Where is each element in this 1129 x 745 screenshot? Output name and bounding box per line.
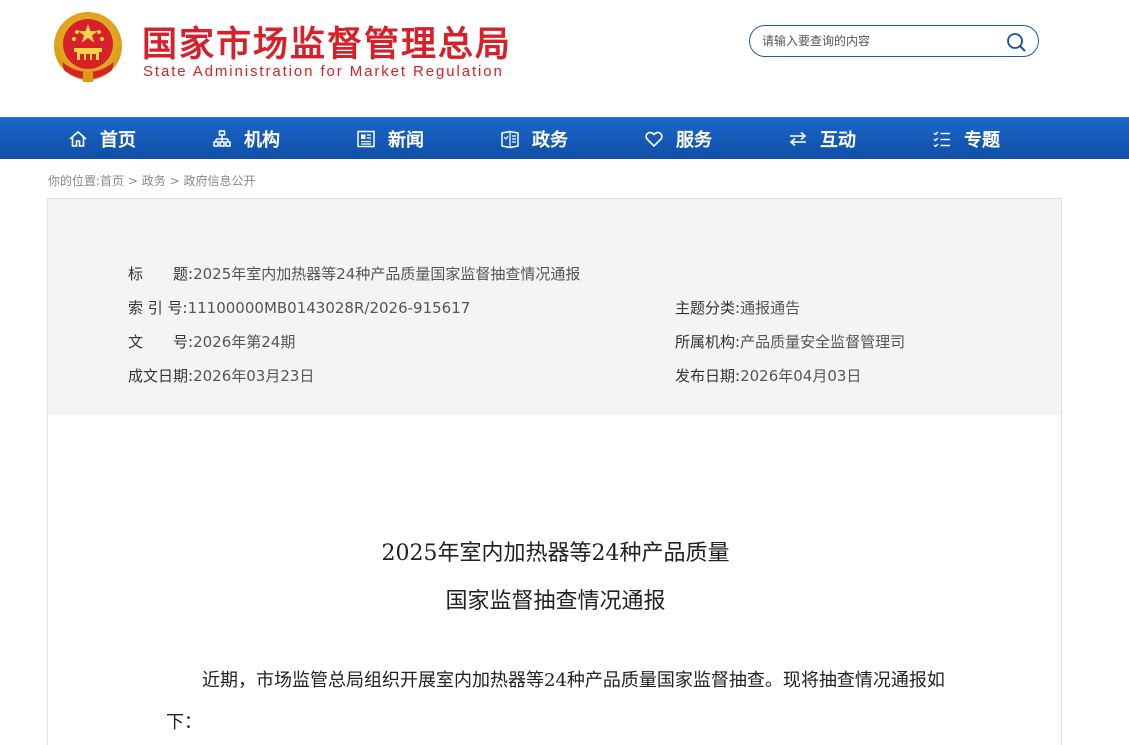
topic-list-icon — [933, 131, 950, 147]
info-published-date-label: 发布日期: — [675, 367, 741, 385]
site-header: 国家市场监督管理总局 State Administration for Mark… — [0, 0, 1129, 117]
breadcrumb-link-info-disclosure[interactable]: 政府信息公开 — [183, 174, 255, 188]
info-title-value: 2025年室内加热器等24种产品质量国家监督抽查情况通报 — [193, 265, 581, 283]
info-published-date-value: 2026年04月03日 — [740, 367, 862, 385]
info-org-label: 所属机构: — [675, 333, 741, 351]
info-index-row: 索 引 号:11100000MB0143028R/2026-915617 — [128, 297, 470, 318]
nav-label: 首页 — [100, 129, 136, 151]
heart-icon — [645, 131, 663, 147]
nav-item-home[interactable]: 首页 — [68, 118, 136, 159]
site-title-english[interactable]: State Administration for Market Regulati… — [143, 63, 504, 80]
nav-label: 专题 — [964, 129, 1000, 151]
national-emblem-icon[interactable] — [52, 10, 124, 86]
info-docno-row: 文 号:2026年第24期 — [128, 331, 295, 352]
nav-item-organization[interactable]: 机构 — [212, 118, 280, 159]
search-icon[interactable] — [1006, 32, 1026, 52]
info-published-date-row: 发布日期:2026年04月03日 — [675, 365, 861, 386]
nav-label: 服务 — [676, 129, 712, 151]
nav-label: 机构 — [244, 129, 280, 151]
search-box — [749, 25, 1039, 57]
breadcrumb-link-home[interactable]: 首页 — [100, 174, 124, 188]
nav-item-interaction[interactable]: 互动 — [788, 118, 856, 159]
document-title-line-1: 2025年室内加热器等24种产品质量 — [381, 541, 730, 566]
nav-label: 政务 — [532, 129, 568, 151]
breadcrumb-separator: > — [124, 174, 142, 188]
newspaper-icon — [357, 130, 375, 147]
document-title-line-2: 国家监督抽查情况通报 — [445, 589, 666, 614]
info-index-value: 11100000MB0143028R/2026-915617 — [187, 299, 471, 317]
info-written-date-label: 成文日期: — [128, 367, 194, 385]
info-topic-value: 通报通告 — [740, 299, 801, 317]
nav-item-topics[interactable]: 专题 — [932, 118, 1000, 159]
info-written-date-value: 2026年03月23日 — [193, 367, 315, 385]
main-nav: 首页 机构 新闻 政务 服务 互动 专题 — [0, 117, 1129, 159]
info-title-label: 标 题: — [128, 265, 194, 283]
document-info-panel: 标 题:2025年室内加热器等24种产品质量国家监督抽查情况通报 索 引 号:1… — [47, 198, 1062, 416]
info-written-date-row: 成文日期:2026年03月23日 — [128, 365, 314, 386]
info-docno-value: 2026年第24期 — [193, 333, 296, 351]
info-org-row: 所属机构:产品质量安全监督管理司 — [675, 331, 905, 352]
info-index-label: 索 引 号: — [128, 299, 188, 317]
document-content: 2025年室内加热器等24种产品质量 国家监督抽查情况通报 近期，市场监管总局组… — [47, 415, 1062, 745]
search-input[interactable] — [762, 31, 992, 51]
info-org-value: 产品质量安全监督管理司 — [740, 333, 906, 351]
info-topic-row: 主题分类:通报通告 — [675, 297, 800, 318]
info-topic-label: 主题分类: — [675, 299, 741, 317]
nav-item-news[interactable]: 新闻 — [356, 118, 424, 159]
home-icon — [69, 130, 87, 147]
site-title-chinese[interactable]: 国家市场监督管理总局 — [142, 16, 512, 67]
org-chart-icon — [213, 129, 231, 147]
nav-item-government-affairs[interactable]: 政务 — [500, 118, 568, 159]
document-body-paragraph: 近期，市场监管总局组织开展室内加热器等24种产品质量国家监督抽查。现将抽查情况通… — [166, 670, 945, 733]
exchange-arrows-icon — [789, 131, 807, 146]
breadcrumb-separator: > — [165, 174, 184, 188]
government-book-icon — [501, 130, 519, 148]
breadcrumb: 你的位置:首页 > 政务 > 政府信息公开 — [48, 172, 255, 189]
breadcrumb-prefix: 你的位置: — [48, 174, 101, 188]
nav-label: 互动 — [820, 129, 856, 151]
nav-item-services[interactable]: 服务 — [644, 118, 712, 159]
nav-label: 新闻 — [388, 129, 424, 151]
info-title-row: 标 题:2025年室内加热器等24种产品质量国家监督抽查情况通报 — [128, 263, 580, 284]
breadcrumb-link-government-affairs[interactable]: 政务 — [142, 174, 166, 188]
info-docno-label: 文 号: — [128, 333, 194, 351]
